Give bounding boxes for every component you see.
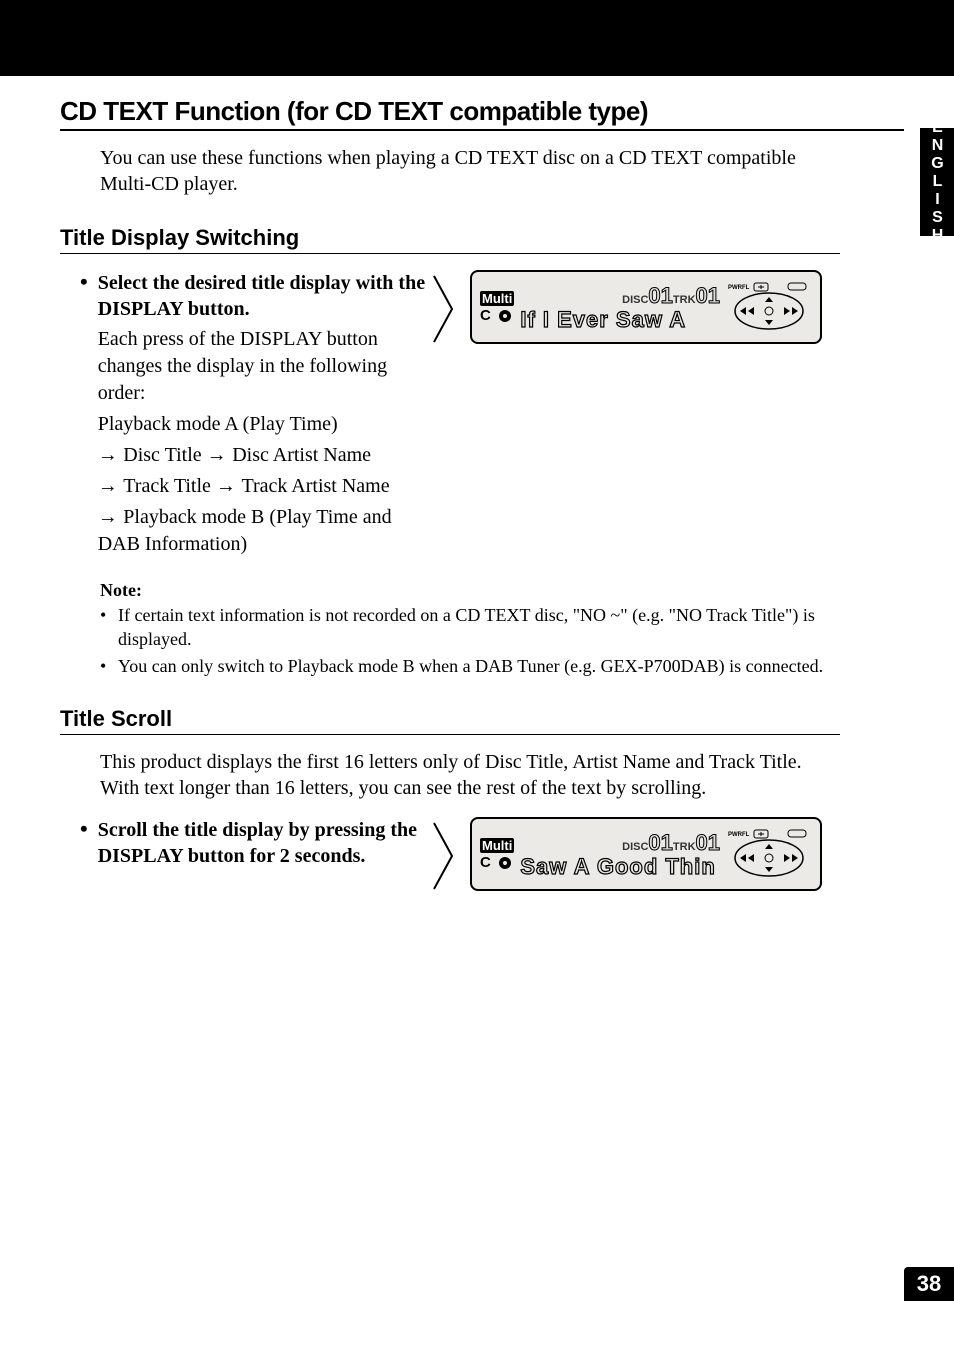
section2-heading: Title Scroll [60, 706, 840, 735]
pointer-icon [430, 274, 460, 344]
seq2a: Track Title [123, 475, 211, 497]
section2-bullet: • Scroll the title display by pressing t… [80, 817, 430, 869]
bullet-icon: • [100, 603, 110, 652]
note-item-0: • If certain text information is not rec… [100, 603, 870, 652]
section2-left: • Scroll the title display by pressing t… [80, 817, 430, 891]
main-heading-wrap: CD TEXT Function (for CD TEXT compatible… [60, 96, 904, 131]
bullet-icon: • [100, 654, 110, 678]
section2-two-col: • Scroll the title display by pressing t… [80, 817, 904, 891]
disc-trk-row: DISC01 TRK01 [622, 283, 720, 309]
note-item-0-text: If certain text information is not recor… [118, 603, 870, 652]
arrow-icon: → [98, 475, 124, 497]
cd-label: C [480, 855, 514, 870]
seq3: Playback mode B (Play Time and DAB Infor… [98, 506, 392, 555]
lcd-left-labels: Multi C [480, 291, 514, 323]
nav-pad-icon: PWRFL [726, 828, 812, 880]
nav-pad-icon: PWRFL [726, 281, 812, 333]
trk-lbl: TRK [673, 841, 696, 853]
note-block: Note: • If certain text information is n… [100, 580, 870, 678]
page-number-badge: 38 [904, 1267, 954, 1301]
section1-bullet-heading: Select the desired title display with th… [98, 270, 430, 322]
note-item-1: • You can only switch to Playback mode B… [100, 654, 870, 678]
lcd-left-labels: Multi C [480, 838, 514, 870]
section1-seq3: → Playback mode B (Play Time and DAB Inf… [98, 504, 430, 558]
trk-lbl: TRK [673, 294, 696, 306]
disc-num: 01 [648, 830, 672, 856]
section1-heading: Title Display Switching [60, 225, 840, 254]
section1-seq2: → Track Title → Track Artist Name [98, 473, 430, 500]
page: ENGLISH 38 CD TEXT Function (for CD TEXT… [0, 0, 954, 1355]
header-bar [0, 0, 954, 76]
section1-seq1: → Disc Title → Disc Artist Name [98, 442, 430, 469]
lcd-display-1: Multi C DISC01 TRK01 If I Ever Saw A PWR… [470, 270, 822, 344]
pointer-icon [430, 821, 460, 891]
section2-right: Multi C DISC01 TRK01 Saw A Good Thin PWR… [430, 817, 904, 891]
intro-paragraph: You can use these functions when playing… [100, 145, 820, 197]
pwrfl-label: PWRFL [728, 285, 750, 291]
disc-icon [499, 310, 511, 322]
disc-num: 01 [648, 283, 672, 309]
arrow-icon: → [216, 475, 242, 497]
section1-bullet: • Select the desired title display with … [80, 270, 430, 558]
note-heading: Note: [100, 580, 870, 601]
arrow-icon: → [207, 444, 233, 466]
arrow-icon: → [98, 444, 124, 466]
multi-label: Multi [480, 838, 514, 853]
seq2b: Track Artist Name [241, 475, 389, 497]
section1-body1: Each press of the DISPLAY button changes… [98, 326, 430, 407]
trk-num: 01 [696, 283, 720, 309]
disc-lbl: DISC [622, 841, 648, 853]
language-tab: ENGLISH [920, 128, 954, 236]
bullet-icon: • [80, 270, 88, 558]
main-heading: CD TEXT Function (for CD TEXT compatible… [60, 96, 864, 129]
lcd-display-2: Multi C DISC01 TRK01 Saw A Good Thin PWR… [470, 817, 822, 891]
note-item-1-text: You can only switch to Playback mode B w… [118, 654, 823, 678]
section1-line-a: Playback mode A (Play Time) [98, 411, 430, 438]
bullet-icon: • [80, 817, 88, 869]
arrow-icon: → [98, 506, 124, 528]
section1-left: • Select the desired title display with … [80, 270, 430, 558]
pwrfl-label: PWRFL [728, 832, 750, 838]
disc-trk-row: DISC01 TRK01 [622, 830, 720, 856]
section1-right: Multi C DISC01 TRK01 If I Ever Saw A PWR… [430, 270, 904, 558]
lcd-title-1: If I Ever Saw A [520, 309, 686, 331]
disc-lbl: DISC [622, 294, 648, 306]
seq1a: Disc Title [123, 444, 201, 466]
section2-bullet-heading: Scroll the title display by pressing the… [98, 817, 430, 869]
lcd-mid: DISC01 TRK01 Saw A Good Thin [520, 830, 720, 878]
seq1b: Disc Artist Name [232, 444, 371, 466]
lcd-title-2: Saw A Good Thin [520, 856, 715, 878]
content-area: CD TEXT Function (for CD TEXT compatible… [0, 96, 954, 891]
lcd-mid: DISC01 TRK01 If I Ever Saw A [520, 283, 720, 331]
multi-label: Multi [480, 291, 514, 306]
section2-intro: This product displays the first 16 lette… [100, 749, 820, 801]
disc-icon [499, 857, 511, 869]
section1-two-col: • Select the desired title display with … [80, 270, 904, 558]
trk-num: 01 [696, 830, 720, 856]
cd-label: C [480, 308, 514, 323]
